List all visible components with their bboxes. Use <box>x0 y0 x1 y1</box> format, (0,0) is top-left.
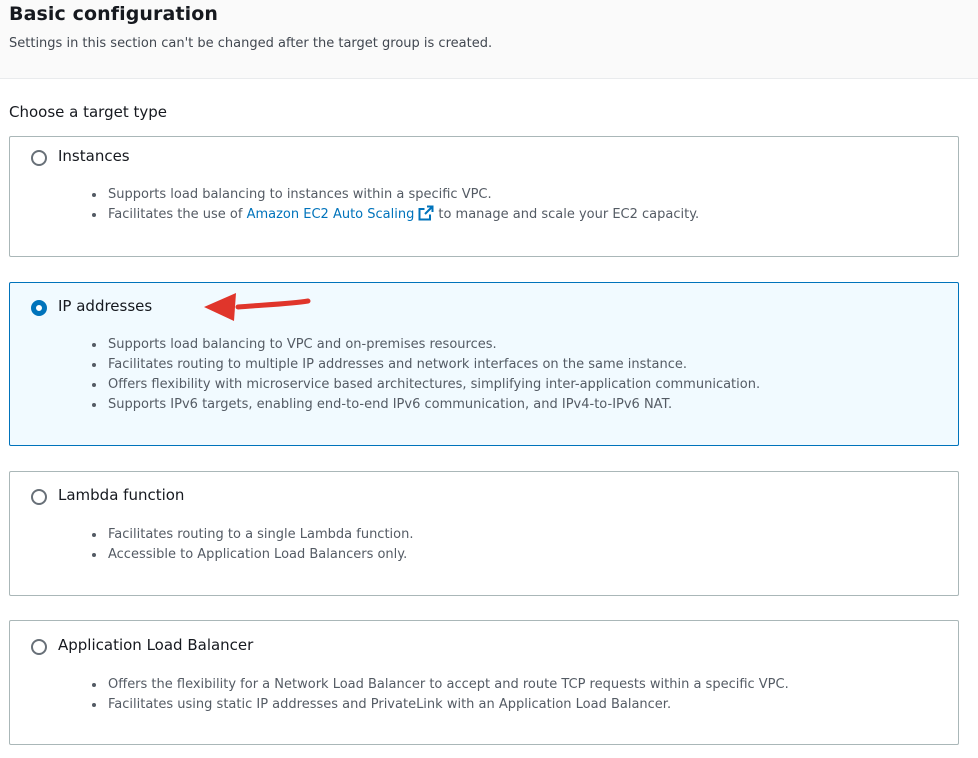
radio-application-load-balancer[interactable] <box>31 639 47 655</box>
tile-label-application-load-balancer: Application Load Balancer <box>58 636 254 654</box>
list-item: Offers the flexibility for a Network Loa… <box>90 675 789 695</box>
tile-label-ip-addresses: IP addresses <box>58 297 153 315</box>
target-type-tile-lambda-function[interactable]: Lambda function Facilitates routing to a… <box>9 471 959 596</box>
list-item: Facilitates using static IP addresses an… <box>90 695 789 715</box>
radio-ip-addresses[interactable] <box>31 300 47 316</box>
bullet-list-instances: Supports load balancing to instances wit… <box>90 185 699 228</box>
ec2-auto-scaling-link[interactable]: Amazon EC2 Auto Scaling <box>247 207 415 222</box>
list-item: Accessible to Application Load Balancers… <box>90 545 414 565</box>
list-item: Facilitates the use of Amazon EC2 Auto S… <box>90 205 699 228</box>
tile-label-instances: Instances <box>58 147 130 165</box>
bullet-list-application-load-balancer: Offers the flexibility for a Network Loa… <box>90 675 789 715</box>
section-header: Basic configuration Settings in this sec… <box>0 0 978 79</box>
list-item: Supports load balancing to instances wit… <box>90 185 699 205</box>
list-item: Facilitates routing to a single Lambda f… <box>90 525 414 545</box>
list-item: Supports load balancing to VPC and on-pr… <box>90 335 760 355</box>
bullet-list-lambda-function: Facilitates routing to a single Lambda f… <box>90 525 414 565</box>
section-description: Settings in this section can't be change… <box>9 36 493 51</box>
target-type-tile-ip-addresses[interactable]: IP addresses Supports load balancing to … <box>9 282 959 446</box>
bullet-list-ip-addresses: Supports load balancing to VPC and on-pr… <box>90 335 760 415</box>
list-item: Supports IPv6 targets, enabling end-to-e… <box>90 395 760 415</box>
target-type-label: Choose a target type <box>9 103 167 121</box>
list-item: Facilitates routing to multiple IP addre… <box>90 355 760 375</box>
tile-label-lambda-function: Lambda function <box>58 486 185 504</box>
radio-lambda-function[interactable] <box>31 489 47 505</box>
target-type-tile-instances[interactable]: Instances Supports load balancing to ins… <box>9 136 959 257</box>
list-item: Offers flexibility with microservice bas… <box>90 375 760 395</box>
section-title: Basic configuration <box>9 3 219 25</box>
radio-instances[interactable] <box>31 150 47 166</box>
external-link-icon[interactable] <box>418 205 434 228</box>
target-type-tile-application-load-balancer[interactable]: Application Load Balancer Offers the fle… <box>9 620 959 745</box>
red-arrow-annotation-icon <box>204 293 311 321</box>
